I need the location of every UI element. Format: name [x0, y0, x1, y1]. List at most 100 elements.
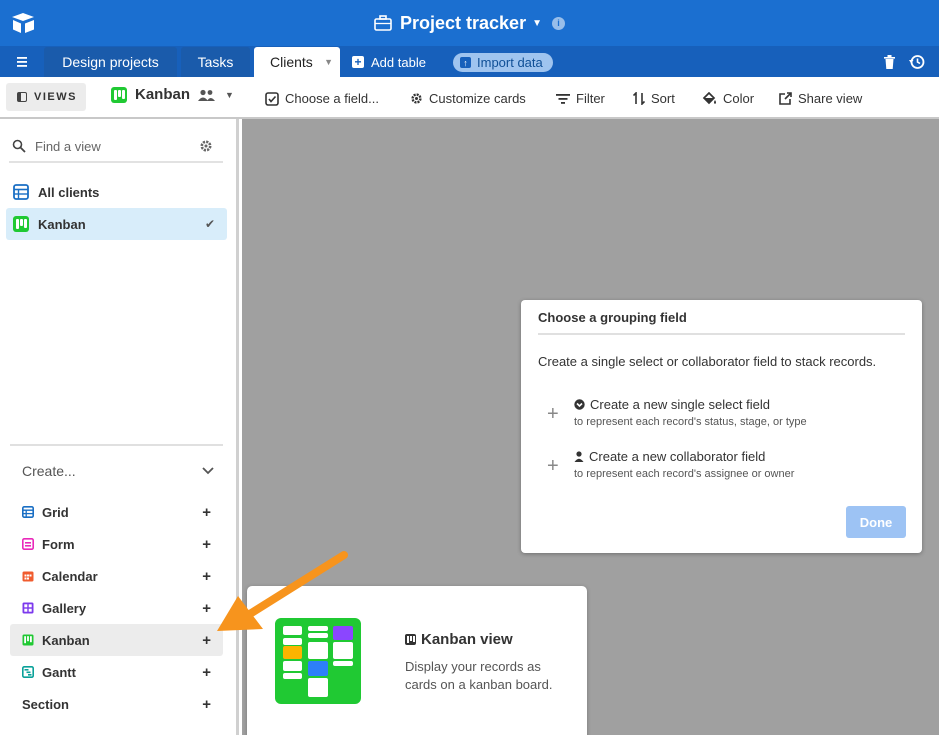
kanban-view-tooltip: Kanban view Display your records as card… [247, 586, 587, 735]
add-table-label: Add table [371, 54, 426, 70]
search-icon [12, 139, 26, 153]
filter-button[interactable]: Filter [556, 91, 605, 106]
gear-icon [411, 93, 422, 104]
color-button[interactable]: Color [702, 91, 754, 106]
option-description: to represent each record's status, stage… [574, 416, 807, 428]
paint-bucket-icon [702, 91, 716, 104]
tab-label: Design projects [62, 54, 159, 70]
create-item-label: Gantt [42, 664, 76, 680]
plus-icon[interactable]: + [202, 696, 211, 713]
option-description: to represent each record's assignee or o… [574, 468, 795, 480]
form-icon [22, 538, 34, 550]
kanban-illustration-icon [275, 618, 361, 704]
tooltip-title: Kanban view [405, 631, 513, 648]
plus-icon[interactable]: + [202, 536, 211, 553]
dialog-subtitle: Create a single select or collaborator f… [538, 354, 877, 369]
sidebar-view-all-clients[interactable]: All clients [6, 176, 227, 208]
trash-icon[interactable] [884, 55, 895, 69]
views-sidebar: All clients Kanban ✔ Create... Grid + Fo… [0, 119, 239, 735]
option-title: Create a new single select field [574, 397, 770, 412]
tab-design-projects[interactable]: Design projects [44, 47, 177, 77]
kanban-icon [13, 216, 29, 232]
create-item-label: Kanban [42, 632, 90, 648]
sort-label: Sort [651, 91, 675, 106]
chevron-down-icon [202, 467, 214, 475]
tab-tasks[interactable]: Tasks [181, 47, 250, 77]
filter-icon [556, 93, 570, 104]
kanban-icon [22, 634, 34, 646]
gear-icon[interactable] [199, 139, 213, 153]
chevron-down-icon: ▼ [225, 89, 234, 100]
create-form-view[interactable]: Form + [10, 528, 223, 560]
tab-clients[interactable]: Clients ▼ [254, 47, 340, 77]
create-label: Create... [22, 463, 76, 479]
history-icon[interactable] [909, 54, 925, 70]
create-view-header[interactable]: Create... [22, 463, 214, 479]
create-single-select-option[interactable]: + Create a new single select field to re… [547, 397, 887, 433]
person-icon [574, 451, 584, 462]
grouping-field-dialog: Choose a grouping field Create a single … [521, 300, 922, 553]
create-item-label: Section [22, 696, 69, 712]
create-item-label: Gallery [42, 600, 87, 616]
create-kanban-view[interactable]: Kanban + [10, 624, 223, 656]
chevron-down-icon[interactable]: ▼ [324, 57, 333, 67]
sidebar-panel-icon [17, 92, 27, 102]
views-toggle-button[interactable]: VIEWS [6, 83, 86, 111]
import-data-button[interactable]: ↑ Import data [453, 53, 553, 72]
upload-icon: ↑ [460, 57, 471, 68]
find-view-box [9, 131, 223, 163]
plus-icon[interactable]: + [202, 504, 211, 521]
tooltip-description: Display your records as cards on a kanba… [405, 659, 553, 692]
plus-icon[interactable]: + [202, 600, 211, 617]
dialog-title: Choose a grouping field [538, 310, 905, 335]
import-data-label: Import data [477, 55, 543, 70]
create-item-label: Calendar [42, 568, 98, 584]
plus-icon: + [547, 403, 559, 425]
share-icon [779, 92, 792, 105]
base-title[interactable]: Project tracker [400, 13, 526, 34]
grid-icon [13, 184, 29, 200]
plus-icon[interactable]: + [202, 664, 211, 681]
customize-cards-button[interactable]: Customize cards [410, 91, 526, 106]
plus-icon[interactable]: + [202, 632, 211, 649]
plus-icon: + [352, 56, 364, 68]
choose-field-button[interactable]: Choose a field... [265, 91, 379, 106]
info-icon[interactable]: i [551, 16, 565, 30]
sidebar-view-kanban[interactable]: Kanban ✔ [6, 208, 227, 240]
create-calendar-view[interactable]: Calendar + [10, 560, 223, 592]
view-name: Kanban [135, 86, 191, 103]
create-gantt-view[interactable]: Gantt + [10, 656, 223, 688]
create-item-label: Grid [42, 504, 69, 520]
create-gallery-view[interactable]: Gallery + [10, 592, 223, 624]
tooltip-title-text: Kanban view [421, 631, 513, 648]
share-view-label: Share view [798, 91, 863, 106]
checkmark-icon: ✔ [204, 217, 215, 231]
hamburger-menu-icon[interactable] [10, 54, 34, 70]
plus-icon[interactable]: + [202, 568, 211, 585]
view-name-menu[interactable]: Kanban ▼ [111, 86, 234, 103]
calendar-icon [22, 571, 34, 582]
create-section[interactable]: Section + [10, 688, 223, 720]
color-label: Color [723, 91, 755, 106]
kanban-icon [405, 634, 416, 645]
sidebar-view-label: Kanban [38, 216, 86, 232]
find-view-input[interactable] [35, 138, 185, 154]
checkbox-icon [265, 91, 279, 106]
chevron-down-icon[interactable]: ▼ [532, 18, 542, 29]
create-grid-view[interactable]: Grid + [10, 496, 223, 528]
customize-cards-label: Customize cards [429, 91, 526, 106]
option-title-text: Create a new single select field [590, 397, 770, 412]
sidebar-divider [10, 444, 223, 446]
option-title-text: Create a new collaborator field [589, 449, 766, 464]
add-table-button[interactable]: + Add table [352, 47, 426, 77]
sort-button[interactable]: Sort [633, 91, 675, 106]
share-view-button[interactable]: Share view [779, 91, 862, 106]
done-button[interactable]: Done [846, 506, 906, 538]
tab-label: Clients [270, 54, 313, 70]
create-collaborator-option[interactable]: + Create a new collaborator field to rep… [547, 449, 887, 485]
create-item-label: Form [42, 536, 75, 552]
tab-label: Tasks [197, 54, 234, 70]
gallery-icon [22, 602, 34, 614]
gantt-icon [22, 666, 34, 678]
briefcase-icon [374, 15, 392, 31]
